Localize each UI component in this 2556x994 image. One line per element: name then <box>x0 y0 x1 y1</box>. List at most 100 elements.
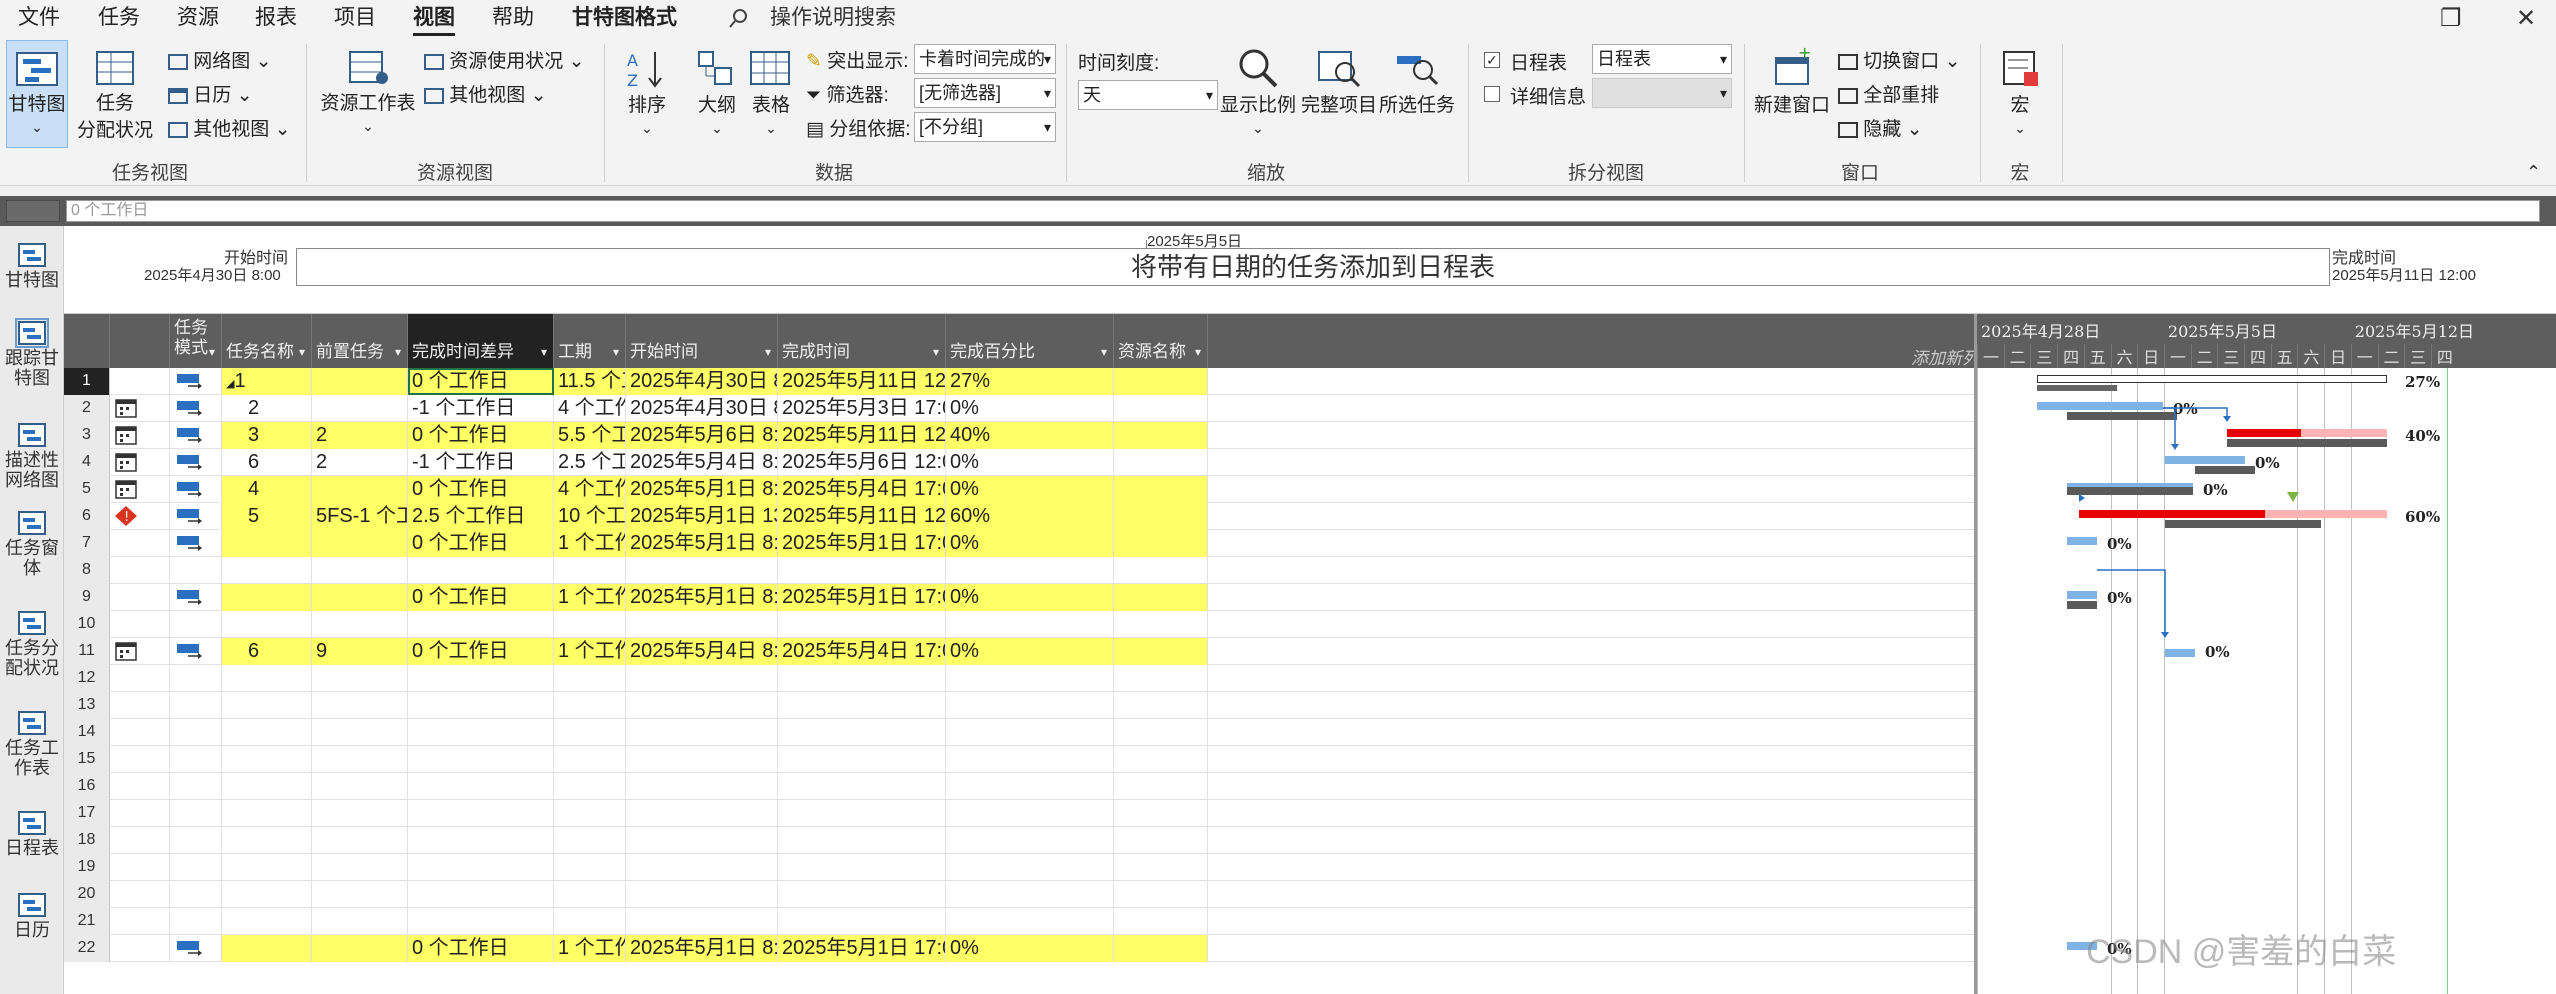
finish-variance-cell[interactable]: 0 个工作日 <box>408 476 554 503</box>
tab-help[interactable]: 帮助 <box>492 0 534 36</box>
indicator-cell[interactable] <box>110 395 170 422</box>
mode-cell[interactable] <box>170 638 222 665</box>
resource-names-cell[interactable] <box>1114 881 1208 908</box>
task-name-cell[interactable] <box>222 611 312 638</box>
indicator-cell[interactable] <box>110 773 170 800</box>
table-row[interactable]: 7 0 个工作日1 个工作日?2025年5月1日 8:002025年5月1日 17… <box>64 530 1974 557</box>
row-id[interactable]: 9 <box>64 584 110 611</box>
indicator-cell[interactable] <box>110 935 170 962</box>
network-diagram-button[interactable]: 网络图 ⌄ <box>168 46 272 73</box>
resource-names-cell[interactable] <box>1114 449 1208 476</box>
finish-variance-cell[interactable]: -1 个工作日 <box>408 449 554 476</box>
finish-cell[interactable]: 2025年5月1日 17:00 <box>778 530 946 557</box>
predecessors-cell[interactable] <box>312 611 408 638</box>
table-row[interactable]: 2 2 -1 个工作日4 个工作日2025年4月30日 8:002025年5月3日 … <box>64 395 1974 422</box>
task-usage-button[interactable]: 任务 分配状况 <box>72 40 158 148</box>
predecessors-cell[interactable] <box>312 935 408 962</box>
mode-cell[interactable] <box>170 800 222 827</box>
select-all-cell[interactable] <box>64 314 110 368</box>
mode-cell[interactable] <box>170 935 222 962</box>
percent-complete-cell[interactable]: 0% <box>946 476 1114 503</box>
duration-cell[interactable] <box>554 827 626 854</box>
predecessors-cell[interactable] <box>312 692 408 719</box>
task-name-cell[interactable] <box>222 584 312 611</box>
start-cell[interactable]: 2025年5月4日 8:00 <box>626 638 778 665</box>
finish-cell[interactable] <box>778 719 946 746</box>
task-name-cell[interactable] <box>222 827 312 854</box>
start-cell[interactable] <box>626 611 778 638</box>
finish-variance-cell[interactable]: 0 个工作日 <box>408 584 554 611</box>
duration-cell[interactable] <box>554 692 626 719</box>
predecessors-cell[interactable] <box>312 395 408 422</box>
indicator-cell[interactable] <box>110 746 170 773</box>
view-bar-item-calendar[interactable]: 日历 <box>0 892 64 940</box>
predecessors-cell[interactable] <box>312 773 408 800</box>
table-row[interactable]: 1◢10 个工作日11.5 个工作日2025年4月30日 8:002025年5月… <box>64 368 1974 395</box>
start-cell[interactable] <box>626 800 778 827</box>
duration-cell[interactable]: 5.5 个工作日 <box>554 422 626 449</box>
percent-complete-cell[interactable] <box>946 773 1114 800</box>
view-bar-item-timeline[interactable]: 日程表 <box>0 810 64 858</box>
indicator-cell[interactable]: ! <box>110 503 170 530</box>
row-id[interactable]: 11 <box>64 638 110 665</box>
percent-complete-cell[interactable]: 27% <box>946 368 1114 395</box>
task-name-cell[interactable]: 6 <box>222 449 312 476</box>
mode-cell[interactable] <box>170 746 222 773</box>
mode-cell[interactable] <box>170 368 222 395</box>
start-cell[interactable]: 2025年5月4日 8:00 <box>626 449 778 476</box>
mode-cell[interactable] <box>170 692 222 719</box>
duration-cell[interactable]: 4 个工作日 <box>554 395 626 422</box>
task-name-cell[interactable]: 3 <box>222 422 312 449</box>
predecessors-cell[interactable] <box>312 476 408 503</box>
table-row[interactable]: 9 0 个工作日1 个工作日?2025年5月1日 8:002025年5月1日 17… <box>64 584 1974 611</box>
column-header-name[interactable]: 任务名称 ▾ <box>222 314 312 368</box>
filter-select[interactable]: [无筛选器] ▾ <box>914 78 1056 108</box>
column-header-start[interactable]: 开始时间 ▾ <box>626 314 778 368</box>
mode-cell[interactable] <box>170 584 222 611</box>
percent-complete-cell[interactable]: 40% <box>946 422 1114 449</box>
table-row[interactable]: 5 4 0 个工作日4 个工作日2025年5月1日 8:002025年5月4日 17… <box>64 476 1974 503</box>
view-bar-item-task-usage[interactable]: 任务分配状况 <box>0 610 64 678</box>
task-name-cell[interactable]: 4 <box>222 476 312 503</box>
arrange-all-button[interactable]: 全部重排 <box>1838 80 1939 107</box>
mode-cell[interactable] <box>170 503 222 530</box>
percent-complete-cell[interactable]: 60% <box>946 503 1114 530</box>
row-id[interactable]: 5 <box>64 476 110 503</box>
resource-names-cell[interactable] <box>1114 827 1208 854</box>
row-id[interactable]: 15 <box>64 746 110 773</box>
finish-cell[interactable] <box>778 692 946 719</box>
mode-cell[interactable] <box>170 611 222 638</box>
tab-file[interactable]: 文件 <box>18 0 60 36</box>
group-by-select[interactable]: [不分组] ▾ <box>914 112 1056 142</box>
duration-cell[interactable]: 4 个工作日 <box>554 476 626 503</box>
tab-gantt-format[interactable]: 甘特图格式 <box>572 0 677 36</box>
finish-variance-cell[interactable] <box>408 800 554 827</box>
indicator-cell[interactable] <box>110 368 170 395</box>
indicator-cell[interactable] <box>110 854 170 881</box>
percent-complete-cell[interactable] <box>946 557 1114 584</box>
percent-complete-cell[interactable] <box>946 827 1114 854</box>
duration-cell[interactable] <box>554 665 626 692</box>
finish-variance-cell[interactable] <box>408 665 554 692</box>
percent-complete-cell[interactable]: 0% <box>946 530 1114 557</box>
duration-cell[interactable] <box>554 557 626 584</box>
mode-cell[interactable] <box>170 854 222 881</box>
row-id[interactable]: 10 <box>64 611 110 638</box>
duration-cell[interactable] <box>554 611 626 638</box>
zoom-button[interactable]: 显示比例 ⌄ <box>1220 40 1296 148</box>
row-id[interactable]: 20 <box>64 881 110 908</box>
view-bar-item-tracking-gantt[interactable]: 跟踪甘特图 <box>0 318 64 388</box>
task-name-cell[interactable]: ◢1 <box>222 368 312 395</box>
finish-cell[interactable]: 2025年5月11日 12:00 <box>778 368 946 395</box>
start-cell[interactable] <box>626 719 778 746</box>
table-row[interactable]: 10 <box>64 611 1974 638</box>
row-id[interactable]: 2 <box>64 395 110 422</box>
add-new-column[interactable]: 添加新列 <box>1911 344 1974 369</box>
table-row[interactable]: 16 <box>64 773 1974 800</box>
tables-button[interactable]: 表格 ⌄ <box>738 40 804 148</box>
sort-button[interactable]: AZ 排序 ⌄ <box>614 40 680 148</box>
predecessors-cell[interactable] <box>312 557 408 584</box>
resource-names-cell[interactable] <box>1114 476 1208 503</box>
timeline-checkbox[interactable]: ✓ <box>1484 52 1500 68</box>
finish-cell[interactable] <box>778 557 946 584</box>
